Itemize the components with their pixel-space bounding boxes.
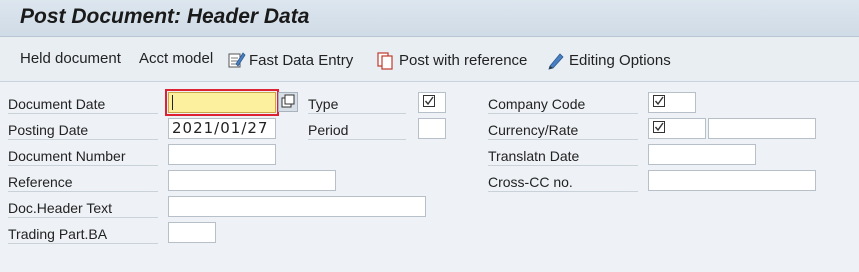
title-bar: Post Document: Header Data — [0, 0, 859, 37]
page-title: Post Document: Header Data — [20, 5, 310, 28]
checkbox-icon — [653, 121, 665, 137]
period-label: Period — [308, 121, 406, 140]
doc-header-text-field[interactable] — [168, 196, 426, 217]
checkbox-icon — [653, 95, 665, 111]
value-help-button[interactable] — [278, 92, 298, 112]
trading-part-ba-label: Trading Part.BA — [8, 225, 158, 244]
value-help-icon — [279, 94, 297, 115]
translatn-date-label: Translatn Date — [488, 147, 638, 166]
currency-field[interactable] — [648, 118, 706, 139]
application-toolbar: Held document Acct model Fast Data Entry… — [0, 37, 859, 82]
editing-options-icon — [546, 50, 566, 70]
posting-date-field[interactable]: 2021/01/27 — [168, 118, 276, 139]
type-field[interactable] — [418, 92, 446, 113]
trading-part-ba-field[interactable] — [168, 222, 216, 243]
held-document-label: Held document — [20, 50, 121, 67]
text-cursor — [172, 95, 173, 110]
doc-header-text-label: Doc.Header Text — [8, 199, 158, 218]
translatn-date-field[interactable] — [648, 144, 756, 165]
company-code-field[interactable] — [648, 92, 696, 113]
editing-options-label: Editing Options — [569, 51, 671, 69]
header-data-form: Document Date Posting Date Document Numb… — [0, 82, 859, 272]
cross-cc-no-label: Cross-CC no. — [488, 173, 638, 192]
editing-options-button[interactable]: Editing Options — [546, 50, 671, 70]
held-document-button[interactable]: Held document — [20, 50, 121, 67]
document-date-field[interactable] — [165, 89, 279, 116]
document-number-label: Document Number — [8, 147, 158, 166]
acct-model-label: Acct model — [139, 50, 214, 67]
fast-data-entry-icon — [226, 50, 246, 70]
checkbox-icon — [423, 95, 435, 111]
fast-data-entry-button[interactable]: Fast Data Entry — [226, 50, 353, 70]
company-code-label: Company Code — [488, 95, 638, 114]
post-with-reference-label: Post with reference — [399, 51, 528, 69]
reference-field[interactable] — [168, 170, 336, 191]
fast-data-entry-label: Fast Data Entry — [249, 51, 354, 69]
posting-date-label: Posting Date — [8, 121, 158, 140]
cross-cc-no-field[interactable] — [648, 170, 816, 191]
currency-rate-label: Currency/Rate — [488, 121, 638, 140]
acct-model-button[interactable]: Acct model — [139, 50, 213, 67]
post-with-reference-icon — [376, 50, 396, 70]
document-date-label: Document Date — [8, 95, 158, 114]
period-field[interactable] — [418, 118, 446, 139]
reference-label: Reference — [8, 173, 158, 192]
type-label: Type — [308, 95, 406, 114]
exchange-rate-field[interactable] — [708, 118, 816, 139]
post-with-reference-button[interactable]: Post with reference — [376, 50, 527, 70]
document-number-field[interactable] — [168, 144, 276, 165]
